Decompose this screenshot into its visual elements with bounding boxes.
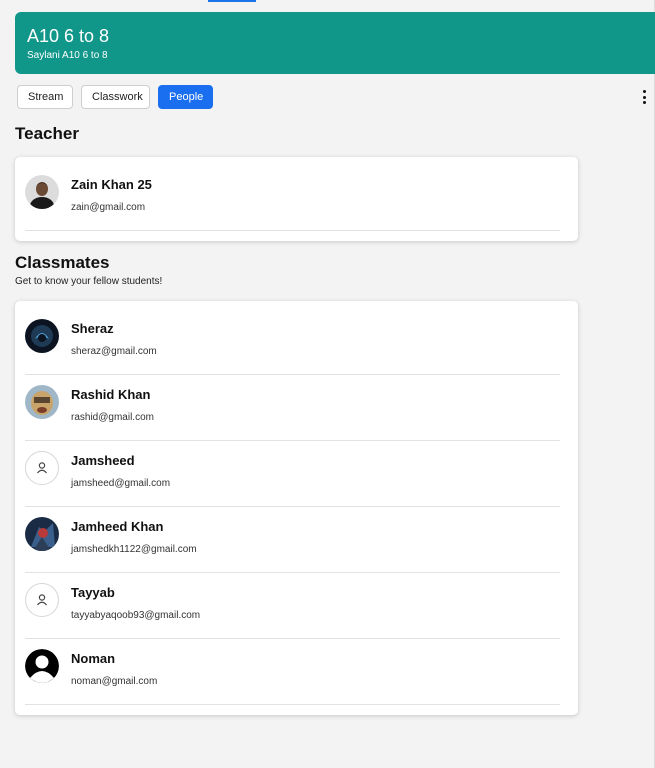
tab-people[interactable]: People [158,85,213,109]
person-name: Rashid Khan [71,387,151,402]
person-email: tayyabyaqoob93@gmail.com [71,610,201,621]
classmates-heading: Classmates [15,253,110,272]
person-email: sheraz@gmail.com [71,346,157,357]
class-tabs: Stream Classwork People [17,85,213,109]
class-banner: A10 6 to 8 Saylani A10 6 to 8 [15,12,655,74]
person-icon [25,451,59,485]
classmates-subtitle: Get to know your fellow students! [15,276,163,287]
list-item[interactable]: Noman noman@gmail.com [25,639,560,705]
person-name: Jamsheed [71,453,135,468]
list-item[interactable]: Jamheed Khan jamshedkh1122@gmail.com [25,507,560,573]
avatar [25,175,59,209]
top-tab-indicator [208,0,256,2]
tab-classwork[interactable]: Classwork [81,85,150,109]
default-avatar-icon [25,649,59,683]
teacher-heading: Teacher [15,124,79,143]
list-item[interactable]: Sheraz sheraz@gmail.com [25,309,560,375]
teacher-name: Zain Khan 25 [71,177,152,192]
avatar [25,517,59,551]
person-email: jamshedkh1122@gmail.com [71,544,197,555]
avatar [25,319,59,353]
list-item[interactable]: Tayyab tayyabyaqoob93@gmail.com [25,573,560,639]
person-name: Tayyab [71,585,115,600]
teacher-email: zain@gmail.com [71,202,146,213]
person-name: Jamheed Khan [71,519,164,534]
tab-stream[interactable]: Stream [17,85,73,109]
person-email: jamsheed@gmail.com [71,478,171,489]
avatar [25,385,59,419]
person-icon [25,583,59,617]
person-email: rashid@gmail.com [71,412,154,423]
class-subtitle: Saylani A10 6 to 8 [27,50,108,61]
class-title: A10 6 to 8 [27,26,110,46]
classmates-card: Sheraz sheraz@gmail.com Rashid Khan rash… [15,301,578,715]
list-item[interactable]: Jamsheed jamsheed@gmail.com [25,441,560,507]
person-email: noman@gmail.com [71,676,158,687]
list-item[interactable]: Rashid Khan rashid@gmail.com [25,375,560,441]
kebab-menu-icon[interactable] [638,88,650,106]
person-name: Noman [71,651,116,666]
teacher-row[interactable]: Zain Khan 25 zain@gmail.com [25,165,560,231]
teacher-card: Zain Khan 25 zain@gmail.com [15,157,578,241]
person-name: Sheraz [71,321,114,336]
